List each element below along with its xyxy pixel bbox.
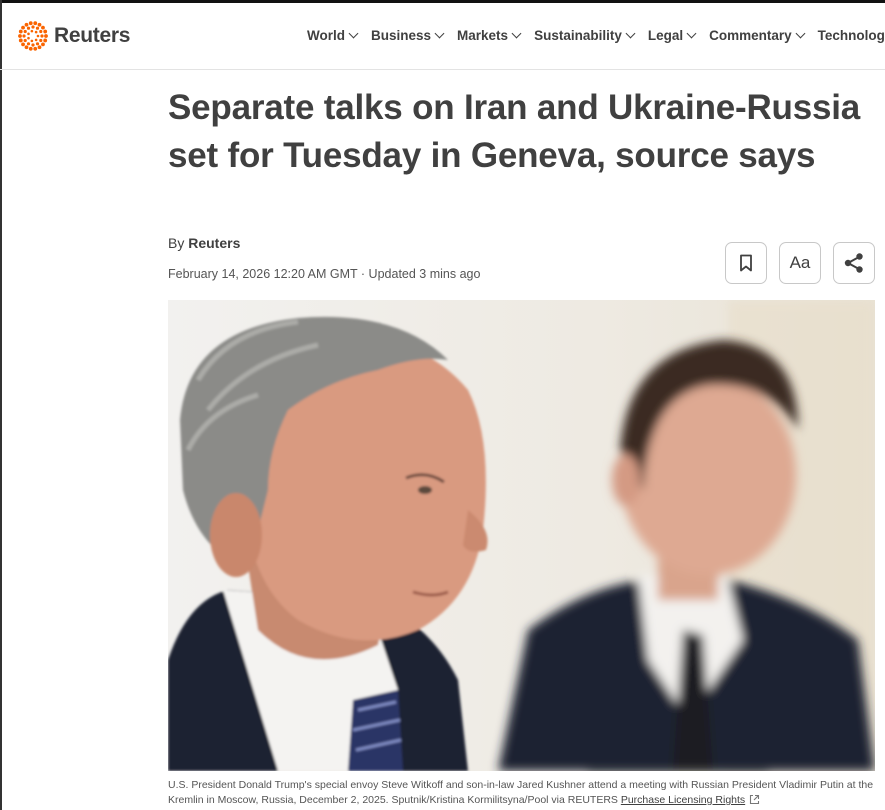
nav-item-business[interactable]: Business [371,28,445,43]
reuters-logo[interactable]: Reuters [17,20,130,52]
logo-dot [26,42,31,46]
logo-dot [44,34,48,38]
logo-dot [35,26,40,30]
nav-item-technology[interactable]: Technology [818,28,885,43]
nav-item-legal[interactable]: Legal [647,28,697,43]
logo-dot [23,38,27,43]
byline-prefix: By [168,235,189,251]
nav-item-label: Business [371,28,432,43]
logo-dot [27,32,30,36]
logo-dot [41,25,45,30]
reuters-dot-ring-icon [18,21,48,51]
logo-dot [40,34,44,38]
logo-dot [27,36,30,40]
lead-image [168,300,875,771]
logo-dot [37,22,42,27]
logo-dot [33,46,38,51]
author-link[interactable]: Reuters [188,235,240,251]
logo-dot [28,46,33,51]
nav-item-sustainability[interactable]: Sustainability [534,28,636,43]
article-dateline: February 14, 2026 12:20 AM GMT · Updated… [168,267,481,281]
logo-dot [33,21,38,26]
logo-dot [35,42,40,46]
chevron-down-icon [434,28,445,39]
nav-item-label: World [307,28,345,43]
logo-dot [22,34,26,38]
logo-dot [18,38,23,43]
logo-dot [30,39,34,43]
purchase-licensing-link[interactable]: Purchase Licensing Rights [621,794,745,806]
nav-item-world[interactable]: World [307,28,359,43]
share-button[interactable] [833,242,875,284]
chevron-down-icon [686,28,697,39]
logo-dot [39,29,43,34]
font-size-button[interactable]: Aa [779,242,821,284]
logo-dot [43,29,48,34]
article-headline: Separate talks on Iran and Ukraine-Russi… [168,88,861,175]
nav-item-markets[interactable]: Markets [457,28,522,43]
chevron-down-icon [511,28,522,39]
chevron-down-icon [348,28,359,39]
byline: By Reuters [168,235,240,251]
nav-item-label: Technology [817,28,885,43]
bookmark-button[interactable] [725,242,767,284]
logo-dot [31,43,35,47]
logo-dot [43,38,48,43]
logo-dot [30,29,34,33]
window-left-border [0,0,2,810]
chevron-down-icon [795,28,806,39]
article-photo[interactable] [168,300,875,771]
nav-item-commentary[interactable]: Commentary [709,28,806,43]
photo-caption: U.S. President Donald Trump's special en… [168,778,878,808]
nav-item-label: Legal [647,28,684,43]
logo-dot [18,34,22,38]
logo-dot [21,25,25,30]
site-header: Reuters World Business Markets Sustainab… [0,3,885,70]
logo-dot [31,25,35,29]
logo-dot [24,45,29,50]
logo-dot [24,22,29,27]
caption-text: U.S. President Donald Trump's special en… [168,779,874,806]
main-nav: World Business Markets Sustainability Le… [307,28,885,43]
logo-dot [39,38,43,43]
nav-item-label: Sustainability [534,28,622,43]
nav-item-label: Commentary [709,28,792,43]
logo-dot [34,38,38,42]
logo-dot [41,42,45,47]
logo-dot [18,29,23,34]
logo-dot [21,42,25,47]
logo-dot [34,30,38,34]
logo-dot [26,26,31,30]
brand-name: Reuters [54,24,131,47]
logo-dot [23,29,27,34]
logo-dot [37,45,42,50]
logo-dot [28,21,33,26]
logo-dot [36,34,40,38]
chevron-down-icon [625,28,636,39]
share-icon [844,253,863,273]
external-link-icon [750,794,760,805]
bookmark-icon [740,254,752,272]
font-size-label: Aa [789,253,811,272]
nav-item-label: Markets [457,28,509,43]
